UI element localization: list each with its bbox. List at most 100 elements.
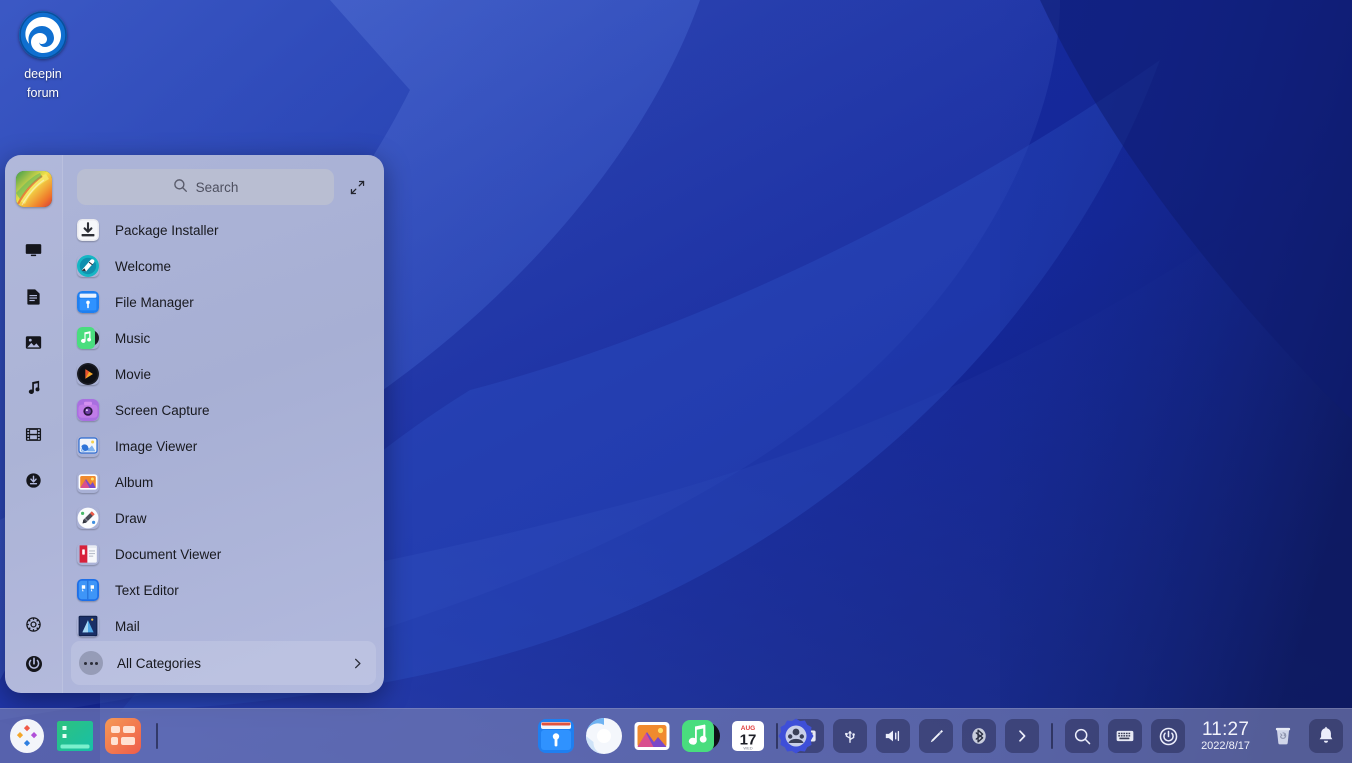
image-viewer-icon	[77, 435, 99, 457]
dock-clock[interactable]: 11:27 2022/8/17	[1193, 717, 1258, 755]
chevron-right-icon	[1014, 728, 1030, 744]
app-item-mail[interactable]: Mail	[63, 608, 384, 639]
launcher-icon	[9, 718, 45, 754]
app-item-package-installer[interactable]: Package Installer	[63, 212, 384, 248]
tray-display-brightness[interactable]	[919, 719, 953, 753]
album-icon	[632, 716, 672, 756]
sidebar-item-videos[interactable]	[14, 411, 54, 457]
launcher-sidebar[interactable]	[5, 155, 63, 693]
app-label: Welcome	[115, 259, 171, 274]
document-icon	[26, 288, 41, 305]
tray-notifications[interactable]	[1309, 719, 1343, 753]
user-avatar[interactable]	[16, 171, 52, 207]
deepin-forum-icon	[19, 11, 67, 59]
sidebar-item-computer[interactable]	[14, 227, 54, 273]
app-label: Document Viewer	[115, 547, 221, 562]
browser-icon	[584, 716, 624, 756]
app-item-text-editor[interactable]: Text Editor	[63, 572, 384, 608]
package-installer-icon	[77, 219, 99, 241]
app-label: Music	[115, 331, 150, 346]
dock-launcher-button[interactable]	[6, 715, 48, 757]
chevron-right-icon	[351, 657, 364, 670]
app-store-icon	[104, 717, 142, 755]
sidebar-item-power[interactable]	[14, 647, 54, 693]
application-list[interactable]: Package Installer Welcome	[63, 205, 384, 639]
dock-music[interactable]	[679, 715, 721, 757]
app-label: Screen Capture	[115, 403, 210, 418]
dock-tray-group: 11:27 2022/8/17	[770, 717, 1352, 755]
app-label: Image Viewer	[115, 439, 197, 454]
control-center-icon	[776, 716, 816, 756]
app-item-file-manager[interactable]: File Manager	[63, 284, 384, 320]
tray-bluetooth[interactable]	[962, 719, 996, 753]
sidebar-item-music[interactable]	[14, 365, 54, 411]
desktop-icon-deepin-forum[interactable]: deepin forum	[6, 6, 80, 103]
dock-left-group	[0, 715, 164, 757]
music-app-icon	[77, 327, 99, 349]
app-label: Package Installer	[115, 223, 219, 238]
document-viewer-icon	[77, 543, 99, 565]
all-categories-label: All Categories	[117, 656, 337, 671]
tray-usb-device[interactable]	[833, 719, 867, 753]
sidebar-item-pictures[interactable]	[14, 319, 54, 365]
dock-album[interactable]	[631, 715, 673, 757]
speaker-icon	[883, 727, 903, 745]
app-label: File Manager	[115, 295, 194, 310]
sidebar-item-documents[interactable]	[14, 273, 54, 319]
tray-search[interactable]	[1065, 719, 1099, 753]
launcher-content: Search	[63, 155, 384, 693]
tray-expand-button[interactable]	[1005, 719, 1039, 753]
trash-icon	[1272, 725, 1294, 747]
expand-arrows-icon[interactable]	[342, 172, 372, 202]
app-label: Movie	[115, 367, 151, 382]
app-item-screen-capture[interactable]: Screen Capture	[63, 392, 384, 428]
app-item-welcome[interactable]: Welcome	[63, 248, 384, 284]
draw-icon	[77, 507, 99, 529]
all-categories-button[interactable]: All Categories	[71, 641, 376, 685]
tray-keyboard-layout[interactable]	[1108, 719, 1142, 753]
monitor-icon	[25, 242, 42, 259]
movie-icon	[77, 363, 99, 385]
tray-power[interactable]	[1151, 719, 1185, 753]
desktop-icon-label: deepin forum	[6, 65, 80, 103]
usb-icon	[841, 727, 859, 745]
tray-volume[interactable]	[876, 719, 910, 753]
search-icon	[1073, 727, 1092, 746]
tray-trash[interactable]	[1266, 719, 1300, 753]
clock-date: 2022/8/17	[1201, 740, 1250, 753]
image-icon	[25, 334, 42, 351]
dock-center-group: AUG 17 WED	[535, 715, 817, 757]
app-item-music[interactable]: Music	[63, 320, 384, 356]
clock-time: 11:27	[1202, 719, 1249, 740]
search-placeholder: Search	[196, 180, 239, 195]
keyboard-icon	[1115, 726, 1135, 746]
search-input[interactable]: Search	[77, 169, 334, 205]
brightness-pen-icon	[927, 727, 946, 746]
power-icon	[25, 655, 43, 673]
bell-icon	[1316, 726, 1336, 746]
sidebar-item-downloads[interactable]	[14, 457, 54, 503]
film-icon	[25, 426, 42, 443]
svg-text:WED: WED	[743, 746, 752, 751]
dock[interactable]: AUG 17 WED	[0, 708, 1352, 763]
sidebar-item-settings[interactable]	[14, 601, 54, 647]
text-editor-icon	[77, 579, 99, 601]
dock-terminal[interactable]	[54, 715, 96, 757]
calendar-icon: AUG 17 WED	[728, 716, 768, 756]
dock-calendar[interactable]: AUG 17 WED	[727, 715, 769, 757]
dock-file-manager[interactable]	[535, 715, 577, 757]
app-item-album[interactable]: Album	[63, 464, 384, 500]
desktop[interactable]: deepin forum	[0, 0, 1352, 763]
app-item-document-viewer[interactable]: Document Viewer	[63, 536, 384, 572]
app-item-draw[interactable]: Draw	[63, 500, 384, 536]
dock-browser[interactable]	[583, 715, 625, 757]
dock-control-center[interactable]	[775, 715, 817, 757]
app-label: Draw	[115, 511, 147, 526]
file-manager-icon	[536, 716, 576, 756]
app-item-image-viewer[interactable]: Image Viewer	[63, 428, 384, 464]
terminal-icon	[55, 716, 95, 756]
app-item-movie[interactable]: Movie	[63, 356, 384, 392]
launcher-window[interactable]: Search	[5, 155, 384, 693]
dock-app-store[interactable]	[102, 715, 144, 757]
music-note-icon	[26, 380, 42, 397]
